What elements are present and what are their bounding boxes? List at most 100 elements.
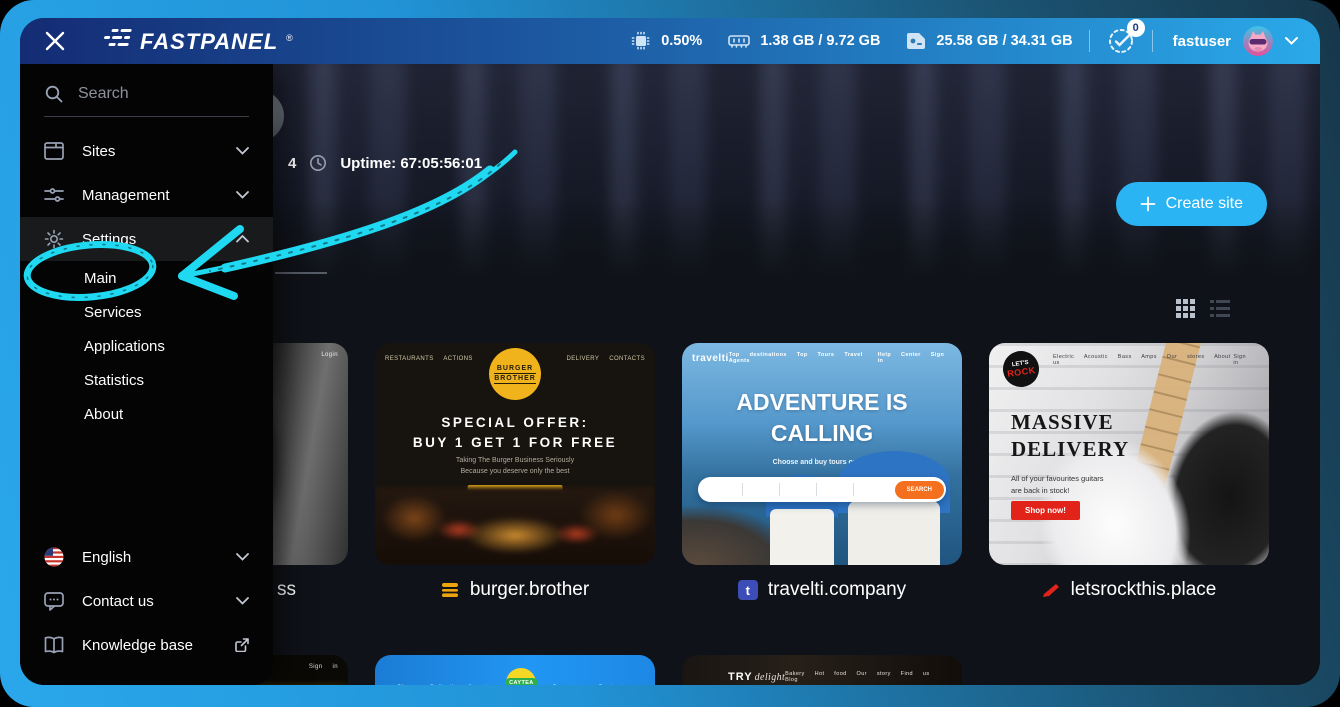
letsrock-subtext: All of your favourites guitars are back …	[1011, 473, 1104, 497]
user-menu[interactable]: fastuser	[1173, 26, 1298, 56]
sidebar-item-label: Knowledge base	[82, 637, 193, 654]
sidebar-item-label: Sites	[82, 143, 115, 160]
disk-value: 25.58 GB / 34.31 GB	[936, 33, 1072, 49]
site-preview-travelti[interactable]: travelti Top destinations Top Tours Trav…	[682, 343, 962, 565]
preview-nav-right: Login	[321, 352, 338, 358]
resource-stats: 0.50% 1.38 GB / 9.72 GB	[631, 31, 1072, 51]
fastpanel-window: 4 Uptime: 67:05:56:01 Create site	[20, 18, 1320, 685]
site-name: burger.brother	[470, 579, 589, 601]
sidebar-subitem-main[interactable]: Main	[20, 261, 273, 295]
burger-headline: SPECIAL OFFER: BUY 1 GET 1 FOR FREE	[375, 413, 655, 452]
site-preview-trydelight[interactable]: TRY delight Bakery Hot food Our story Fi…	[682, 655, 962, 685]
site-preview-letsrock[interactable]: Electric Acoustic Bass Amps Our stores A…	[989, 343, 1269, 565]
create-site-label: Create site	[1166, 195, 1243, 213]
chevron-down-icon	[1285, 37, 1298, 45]
close-icon[interactable]	[42, 28, 68, 54]
preview-nav: Electric Acoustic Bass Amps Our stores A…	[1053, 354, 1259, 366]
burger-favicon	[441, 581, 460, 600]
search-input[interactable]	[78, 85, 228, 103]
site-card-travelti[interactable]: travelti Top destinations Top Tours Trav…	[682, 343, 962, 613]
external-link-icon	[235, 638, 249, 652]
chevron-up-icon	[236, 235, 249, 243]
preview-nav-links: Electric Acoustic Bass Amps Our stores A…	[1053, 354, 1233, 366]
sidebar-item-language[interactable]: English	[20, 535, 273, 579]
chevron-down-icon	[236, 597, 249, 605]
sidebar-item-label: Settings	[82, 231, 136, 248]
us-flag-icon	[44, 547, 64, 567]
sidebar-item-management[interactable]: Management	[20, 173, 273, 217]
server-info-partial: 4	[288, 155, 296, 172]
preview-nav-right: Help Center Sign in	[878, 352, 952, 364]
username: fastuser	[1173, 33, 1231, 50]
site-card-letsrock[interactable]: Electric Acoustic Bass Amps Our stores A…	[989, 343, 1269, 613]
ram-value: 1.38 GB / 9.72 GB	[760, 33, 880, 49]
clock-icon	[308, 154, 328, 172]
travelti-building	[848, 501, 940, 565]
list-view-icon[interactable]	[1210, 299, 1230, 318]
preview-nav: TRY delight Bakery Hot food Our story Fi…	[728, 671, 948, 683]
travelti-favicon: t	[738, 580, 758, 600]
site-name-row[interactable]: t travelti.company	[682, 567, 962, 613]
burger-brother-logo: BURGER BROTHER	[489, 348, 541, 400]
travelti-search-button: SEARCH	[895, 481, 944, 499]
disk-stat: 25.58 GB / 34.31 GB	[906, 32, 1072, 50]
fastpanel-logo-icon	[100, 27, 135, 49]
search-icon	[44, 84, 64, 104]
topbar-divider	[1089, 30, 1090, 52]
site-name-row[interactable]: burger.brother	[375, 567, 655, 613]
tasks-badge: 0	[1127, 19, 1145, 37]
preview-nav-links: Top destinations Top Tours Travel Agents	[729, 352, 878, 364]
burger-photo	[375, 487, 655, 565]
chevron-down-icon	[236, 553, 249, 561]
cpu-value: 0.50%	[661, 33, 702, 49]
screenshot-frame: 4 Uptime: 67:05:56:01 Create site	[0, 0, 1340, 707]
site-card-partial-trydelight[interactable]: TRY delight Bakery Hot food Our story Fi…	[682, 655, 962, 685]
preview-nav-right: Sign in	[1233, 354, 1259, 366]
sidebar-item-knowledge-base[interactable]: Knowledge base	[20, 623, 273, 667]
book-icon	[44, 636, 64, 654]
preview-nav-right: DELIVERY CONTACTS	[567, 356, 645, 362]
preview-nav: Shop Collections & sorts CAYTEA Our stor…	[397, 672, 633, 685]
sidebar-search[interactable]	[44, 84, 249, 117]
site-preview-burger[interactable]: RESTAURANTS ACTIONS DELIVERY CONTACTS BU…	[375, 343, 655, 565]
site-name: travelti.company	[768, 579, 906, 601]
site-preview-caytea[interactable]: Shop Collections & sorts CAYTEA Our stor…	[375, 655, 655, 685]
sidebar-item-settings[interactable]: Settings	[20, 217, 273, 261]
sidebar-subitem-statistics[interactable]: Statistics	[20, 363, 273, 397]
server-info-row: 4 Uptime: 67:05:56:01	[288, 154, 482, 172]
create-site-button[interactable]: Create site	[1116, 182, 1267, 226]
travelti-search-bar: SEARCH	[698, 477, 946, 502]
preview-nav-left: RESTAURANTS ACTIONS	[385, 356, 473, 362]
plus-icon	[1140, 196, 1156, 212]
topbar-divider	[1152, 30, 1153, 52]
site-card-partial-caytea[interactable]: Shop Collections & sorts CAYTEA Our stor…	[375, 655, 655, 685]
avatar	[1243, 26, 1273, 56]
tab-underline	[275, 272, 327, 274]
site-card-burger[interactable]: RESTAURANTS ACTIONS DELIVERY CONTACTS BU…	[375, 343, 655, 613]
ram-stat: 1.38 GB / 9.72 GB	[728, 33, 880, 49]
sidebar-bottom-group: English Contact us	[20, 535, 273, 667]
sidebar-item-contact[interactable]: Contact us	[20, 579, 273, 623]
preview-nav: travelti Top destinations Top Tours Trav…	[692, 352, 952, 364]
registered-mark: ®	[286, 33, 293, 43]
tasks-icon[interactable]: 0	[1106, 26, 1136, 56]
travelti-building	[770, 509, 834, 565]
view-toggles	[1176, 299, 1230, 318]
sidebar-subitem-services[interactable]: Services	[20, 295, 273, 329]
chevron-down-icon	[236, 191, 249, 199]
sidebar: Sites Management	[20, 64, 273, 685]
sites-icon	[44, 142, 64, 160]
sidebar-subitem-about[interactable]: About	[20, 397, 273, 431]
caytea-logo: CAYTEA	[506, 668, 536, 685]
ram-icon	[728, 33, 750, 49]
grid-view-icon[interactable]	[1176, 299, 1195, 318]
letsrock-favicon	[1042, 581, 1061, 600]
site-name: ss	[277, 579, 296, 601]
gear-icon	[44, 229, 64, 249]
cpu-icon	[631, 31, 651, 51]
uptime-label: Uptime: 67:05:56:01	[340, 155, 482, 172]
sidebar-subitem-applications[interactable]: Applications	[20, 329, 273, 363]
site-name-row[interactable]: letsrockthis.place	[989, 567, 1269, 613]
fastpanel-logo: FASTPANEL ®	[102, 27, 293, 55]
sidebar-item-sites[interactable]: Sites	[20, 129, 273, 173]
